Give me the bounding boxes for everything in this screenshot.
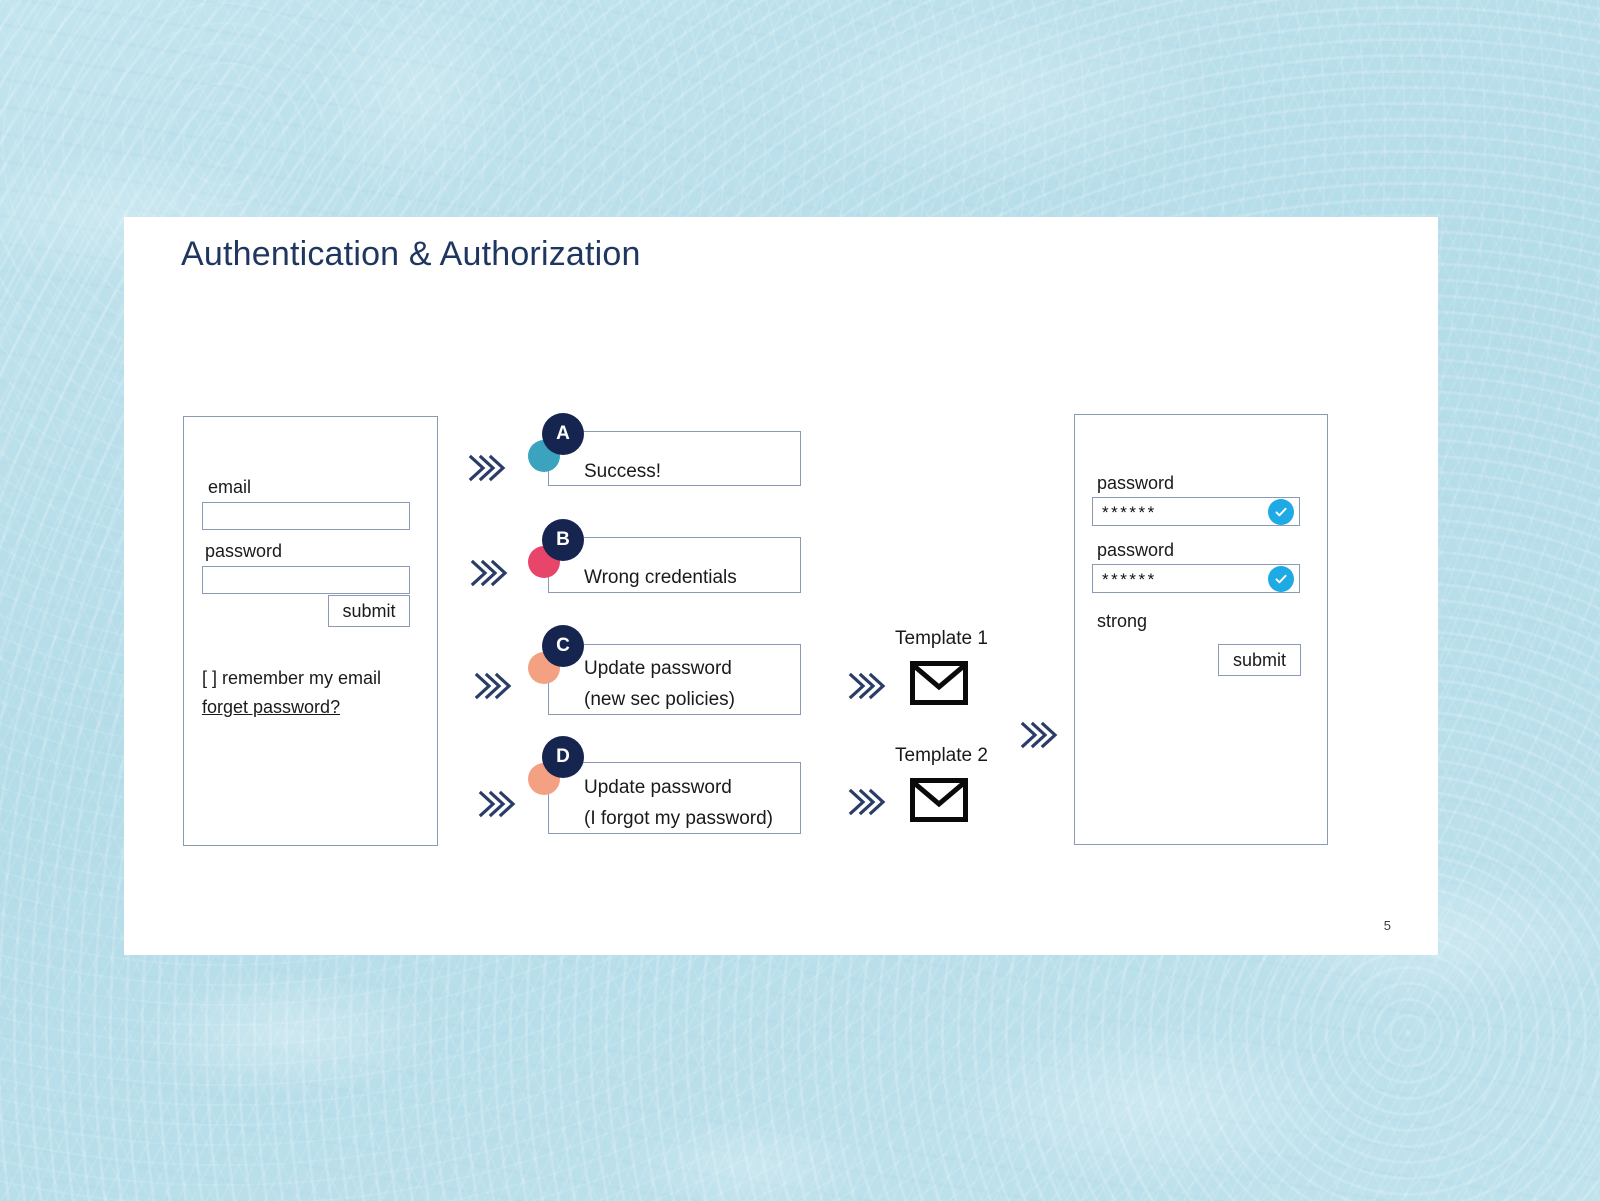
confirm-password-field-label: password — [1097, 540, 1175, 560]
email-input[interactable] — [202, 502, 410, 530]
login-submit-button[interactable]: submit — [328, 595, 410, 627]
password-match-check-icon — [1268, 566, 1294, 592]
envelope-icon — [910, 778, 968, 827]
new-password-field-label: password — [1097, 473, 1175, 493]
login-form-card: email password submit [ ] remember my em… — [183, 416, 438, 846]
outcome-letter-b: B — [542, 519, 584, 561]
remember-email-checkbox-label[interactable]: [ ] remember my email — [202, 668, 381, 689]
new-password-masked-value: ****** — [1102, 503, 1157, 522]
confirm-password-masked-value: ****** — [1102, 570, 1157, 589]
new-password-input[interactable]: ****** — [1092, 497, 1300, 526]
outcome-message-text-d-line2: (I forgot my password) — [584, 808, 773, 829]
password-strength-label: strong — [1097, 611, 1148, 631]
chevron-arrow-to-update-password-forgot-icon — [476, 785, 516, 823]
email-field-label: email — [208, 477, 252, 497]
outcome-letter-c: C — [542, 625, 584, 667]
page-number: 5 — [1383, 918, 1391, 933]
password-input[interactable] — [202, 566, 410, 594]
outcome-bullet-a: A — [528, 413, 584, 472]
chevron-arrow-to-update-password-policy-icon — [472, 667, 512, 705]
chevron-arrow-to-wrong-credentials-icon — [468, 554, 508, 592]
outcome-letter-a: A — [542, 413, 584, 455]
password-valid-check-icon — [1268, 499, 1294, 525]
template-1-label: Template 1 — [895, 628, 988, 649]
outcome-bullet-c: C — [528, 625, 584, 684]
reset-submit-button[interactable]: submit — [1218, 644, 1301, 676]
confirm-password-input[interactable]: ****** — [1092, 564, 1300, 593]
page-title: Authentication & Authorization — [181, 235, 641, 273]
outcome-message-text-c-line2: (new sec policies) — [584, 689, 735, 710]
outcome-letter-d: D — [542, 736, 584, 778]
outcome-message-text-d-line1: Update password — [584, 777, 732, 798]
presentation-slide: Authentication & Authorization email pas… — [124, 217, 1438, 955]
chevron-arrow-to-reset-card-icon — [1018, 716, 1058, 754]
forgot-password-link[interactable]: forget password? — [202, 697, 340, 718]
outcome-message-text-c-line1: Update password — [584, 658, 732, 679]
template-2-label: Template 2 — [895, 745, 988, 766]
envelope-icon — [910, 661, 968, 710]
outcome-bullet-d: D — [528, 736, 584, 795]
chevron-arrow-to-success-icon — [466, 449, 506, 487]
chevron-arrow-to-template-2-icon — [846, 783, 886, 821]
password-reset-card: password ****** password ****** strong s… — [1074, 414, 1328, 845]
password-field-label: password — [205, 541, 283, 561]
outcome-message-text-a: Success! — [584, 461, 662, 482]
chevron-arrow-to-template-1-icon — [846, 667, 886, 705]
outcome-message-text-b: Wrong credentials — [584, 567, 737, 588]
outcome-bullet-b: B — [528, 519, 584, 578]
